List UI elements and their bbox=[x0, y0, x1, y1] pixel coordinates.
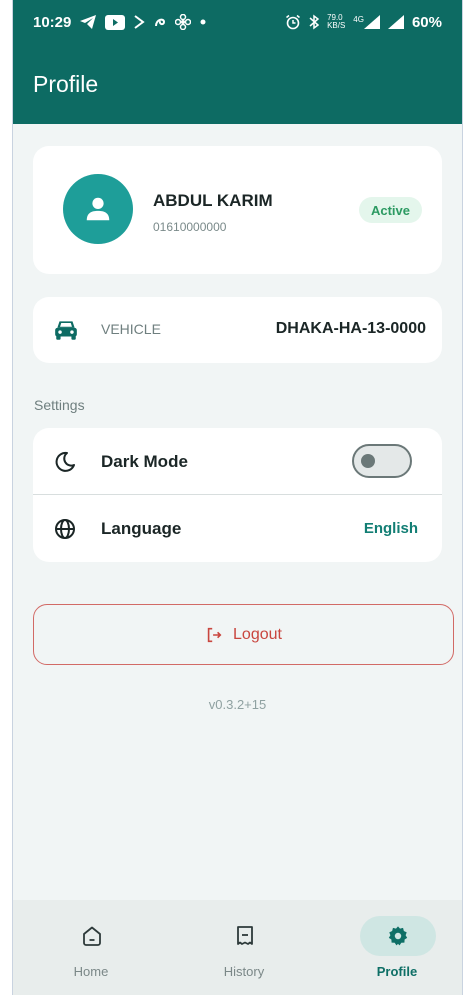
status-badge: Active bbox=[358, 197, 422, 223]
net-speed: 79.0 KB/S bbox=[327, 14, 345, 30]
net-speed-unit: KB/S bbox=[327, 21, 346, 30]
alarm-icon bbox=[286, 14, 301, 30]
nav-profile[interactable]: Profile bbox=[342, 914, 452, 984]
person-icon bbox=[86, 197, 110, 221]
nav-profile-label: Profile bbox=[376, 964, 418, 979]
bottom-nav: Home History Profile bbox=[13, 900, 462, 995]
battery-level: 60% bbox=[411, 13, 442, 31]
car-icon bbox=[55, 321, 77, 340]
page-title: Profile bbox=[33, 70, 99, 97]
status-bar: 10:29 79.0 KB/S 4G 60% bbox=[13, 0, 462, 44]
language-value[interactable]: English bbox=[364, 520, 418, 537]
status-time: 10:29 bbox=[33, 13, 72, 31]
nav-history[interactable]: History bbox=[189, 914, 299, 984]
logout-label: Logout bbox=[233, 625, 282, 643]
status-bar-right: 79.0 KB/S 4G 60% bbox=[285, 14, 442, 31]
nav-home-pill bbox=[54, 916, 130, 956]
network-type: 4G bbox=[353, 15, 364, 24]
arrow-icon bbox=[134, 15, 146, 29]
fan-icon bbox=[175, 14, 192, 30]
vehicle-card: VEHICLE DHAKA-HA-13-0000 bbox=[33, 297, 442, 363]
status-bar-left: 10:29 bbox=[33, 14, 207, 31]
bluetooth-icon bbox=[309, 14, 320, 30]
nav-profile-pill bbox=[360, 916, 436, 956]
profile-card: ABDUL KARIM 01610000000 Active bbox=[33, 146, 442, 274]
swirl-icon bbox=[155, 18, 166, 27]
profile-name: ABDUL KARIM bbox=[153, 191, 273, 210]
nav-history-pill bbox=[207, 916, 283, 956]
telegram-icon bbox=[80, 15, 97, 29]
profile-phone: 01610000000 bbox=[153, 220, 227, 234]
logout-icon bbox=[207, 627, 222, 642]
language-label: Language bbox=[101, 519, 182, 538]
vehicle-number: DHAKA-HA-13-0000 bbox=[275, 320, 426, 337]
language-row[interactable]: Language English bbox=[33, 495, 442, 562]
globe-icon bbox=[55, 519, 75, 539]
settings-section-label: Settings bbox=[34, 397, 85, 413]
nav-history-label: History bbox=[223, 964, 265, 979]
signal-4g: 4G bbox=[353, 15, 380, 29]
dark-mode-toggle[interactable] bbox=[352, 444, 412, 478]
youtube-icon bbox=[105, 14, 126, 30]
dark-mode-label: Dark Mode bbox=[101, 452, 188, 471]
toggle-knob bbox=[361, 454, 375, 468]
dot-icon bbox=[200, 19, 206, 25]
dark-mode-row[interactable]: Dark Mode bbox=[33, 428, 442, 495]
receipt-icon bbox=[237, 926, 253, 945]
signal-icon bbox=[363, 15, 380, 29]
nav-home[interactable]: Home bbox=[36, 914, 146, 984]
logout-button[interactable]: Logout bbox=[33, 604, 454, 665]
nav-home-label: Home bbox=[73, 964, 109, 979]
home-icon bbox=[83, 926, 101, 946]
gear-icon bbox=[388, 926, 408, 946]
settings-card: Dark Mode Language English bbox=[33, 428, 442, 562]
avatar[interactable] bbox=[63, 174, 133, 244]
app-version: v0.3.2+15 bbox=[208, 697, 267, 712]
app-bar: Profile bbox=[13, 44, 462, 124]
vehicle-label: VEHICLE bbox=[101, 321, 161, 337]
signal-icon-2 bbox=[387, 15, 404, 29]
phone-screen: 10:29 79.0 KB/S 4G 60% Profile ABDUL KAR… bbox=[12, 0, 463, 995]
moon-icon bbox=[55, 451, 75, 472]
